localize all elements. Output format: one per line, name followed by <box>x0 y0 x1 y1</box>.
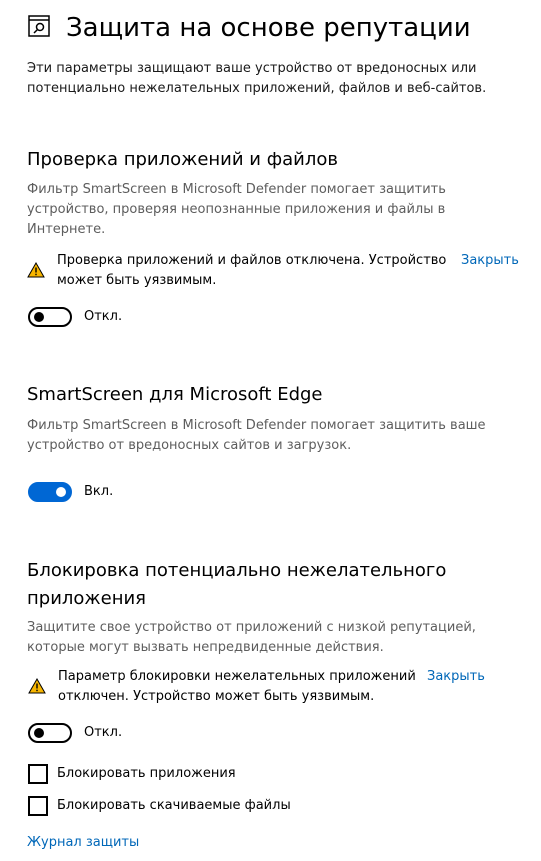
block-apps-checkbox[interactable] <box>28 764 48 784</box>
app-check-description: Фильтр SmartScreen в Microsoft Defender … <box>27 182 446 237</box>
app-check-title: Проверка приложений и файлов <box>27 149 338 170</box>
app-check-toggle[interactable] <box>28 307 72 327</box>
block-downloads-checkbox[interactable] <box>28 796 48 816</box>
warning-icon <box>28 678 46 694</box>
pua-dismiss-link[interactable]: Закрыть <box>427 667 485 687</box>
pua-title-line1: Блокировка потенциально нежелательного <box>27 560 447 581</box>
edge-description: Фильтр SmartScreen в Microsoft Defender … <box>27 418 486 453</box>
browser-shield-icon <box>28 15 50 37</box>
app-check-toggle-label: Откл. <box>84 309 123 324</box>
toggle-knob <box>56 487 66 497</box>
warning-icon <box>27 262 45 278</box>
block-downloads-label: Блокировать скачиваемые файлы <box>57 798 291 813</box>
pua-warning-text: Параметр блокировки нежелательных прилож… <box>58 669 416 704</box>
edge-title: SmartScreen для Microsoft Edge <box>27 384 323 405</box>
toggle-knob <box>34 312 44 322</box>
block-apps-label: Блокировать приложения <box>57 766 236 781</box>
edge-toggle-label: Вкл. <box>84 484 114 499</box>
app-check-dismiss-link[interactable]: Закрыть <box>461 251 519 271</box>
toggle-knob <box>34 728 44 738</box>
page-description: Эти параметры защищают ваше устройство о… <box>27 61 487 96</box>
app-check-warning-text: Проверка приложений и файлов отключена. … <box>57 253 447 288</box>
edge-toggle[interactable] <box>28 482 72 502</box>
pua-toggle[interactable] <box>28 723 72 743</box>
pua-description: Защитите свое устройство от приложений с… <box>27 620 476 655</box>
pua-title-line2: приложения <box>27 588 146 609</box>
reputation-protection-page: Защита на основе репутации Эти параметры… <box>0 0 541 861</box>
pua-toggle-label: Откл. <box>84 725 123 740</box>
protection-history-link[interactable]: Журнал защиты <box>27 833 139 853</box>
page-title: Защита на основе репутации <box>66 13 471 43</box>
